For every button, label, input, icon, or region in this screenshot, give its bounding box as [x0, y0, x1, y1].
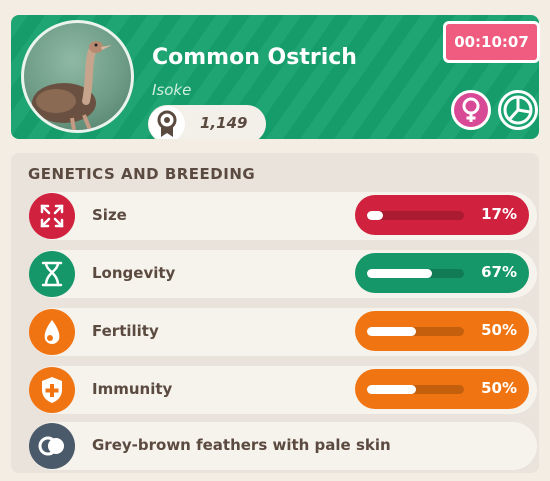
size-bar: 17% [355, 195, 529, 235]
fertility-bar: 50% [355, 311, 529, 351]
longevity-percent: 67% [481, 263, 517, 281]
female-icon[interactable] [451, 90, 491, 130]
genetics-label-fertility: Fertility [92, 322, 159, 340]
size-bar-fill [367, 211, 384, 220]
animal-name: Common Ostrich [152, 45, 357, 70]
genetics-panel: GENETICS AND BREEDING Size 17% Longevity… [11, 153, 539, 473]
timer: 00:10:07 [443, 21, 540, 63]
shield-plus-icon [29, 367, 75, 413]
animal-portrait[interactable] [21, 20, 134, 133]
genetics-row-immunity[interactable]: Immunity 50% [29, 366, 537, 414]
fertility-percent: 50% [481, 321, 517, 339]
medal-icon [149, 106, 185, 139]
trait-row[interactable]: Grey-brown feathers with pale skin [29, 422, 537, 470]
longevity-bar-fill [367, 269, 432, 278]
genetics-label-immunity: Immunity [92, 380, 173, 398]
age-clock-icon[interactable] [498, 90, 538, 130]
genetics-label-longevity: Longevity [92, 264, 176, 282]
ostrich-image [32, 41, 112, 130]
genetics-row-longevity[interactable]: Longevity 67% [29, 250, 537, 298]
panel-title: GENETICS AND BREEDING [28, 165, 256, 183]
hourglass-icon [29, 251, 75, 297]
genetics-label-size: Size [92, 206, 127, 224]
rating-value: 1,149 [200, 114, 248, 132]
egg-icon [29, 309, 75, 355]
genetics-row-fertility[interactable]: Fertility 50% [29, 308, 537, 356]
animal-nickname[interactable]: Isoke [152, 81, 191, 99]
longevity-bar: 67% [355, 253, 529, 293]
immunity-percent: 50% [481, 379, 517, 397]
immunity-bar-fill [367, 385, 416, 394]
fertility-bar-fill [367, 327, 416, 336]
appeal-rating: 1,149 [148, 105, 266, 139]
expand-arrows-icon [29, 193, 75, 239]
trait-label: Grey-brown feathers with pale skin [92, 436, 391, 454]
immunity-bar: 50% [355, 369, 529, 409]
genetics-row-size[interactable]: Size 17% [29, 192, 537, 240]
size-percent: 17% [481, 205, 517, 223]
color-pattern-icon [29, 423, 75, 469]
